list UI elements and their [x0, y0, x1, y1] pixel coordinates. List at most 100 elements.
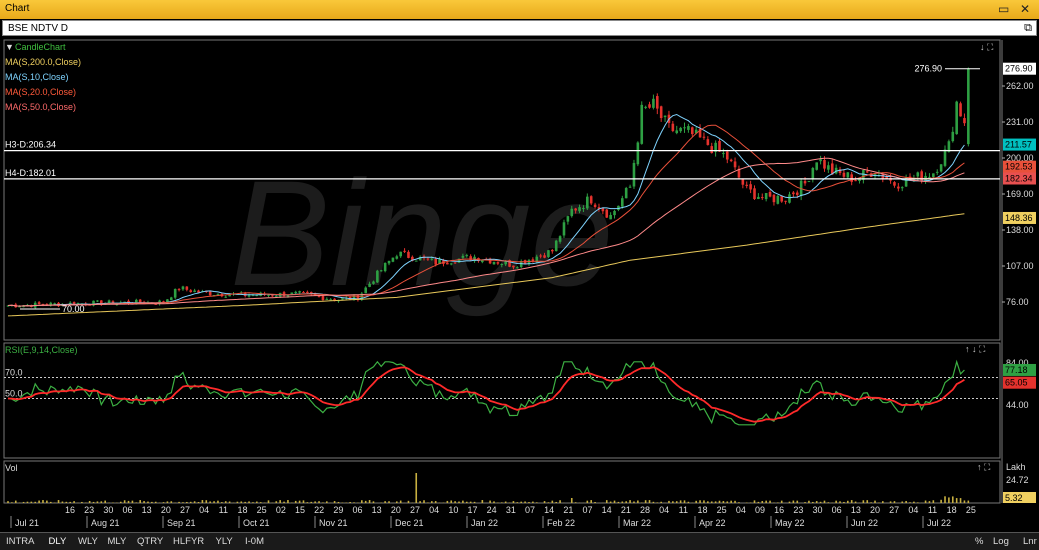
- y-tick-label: 262.00: [1006, 81, 1034, 91]
- candle-body: [399, 252, 402, 257]
- vol-tick-label: 24.72: [1006, 475, 1029, 485]
- vol-badge-label: 5.32: [1005, 493, 1023, 503]
- vol-bar: [933, 500, 935, 503]
- vol-bar: [299, 501, 301, 503]
- vol-bar: [894, 501, 896, 503]
- vol-bar: [256, 502, 258, 503]
- vol-bar: [501, 502, 503, 503]
- bottom-item-wly[interactable]: WLY: [78, 536, 98, 547]
- vol-bar: [46, 501, 48, 503]
- scale-log-button[interactable]: Log: [993, 536, 1009, 547]
- candle-body: [415, 261, 418, 262]
- x-tick-label: 14: [544, 505, 554, 515]
- x-tick-label: 22: [314, 505, 324, 515]
- vol-bar: [929, 501, 931, 503]
- vol-bar: [361, 500, 363, 503]
- candle-body: [224, 297, 227, 298]
- candle-body: [753, 188, 756, 199]
- vol-bar: [610, 502, 612, 503]
- vol-bar: [34, 502, 36, 503]
- candle-body: [427, 259, 430, 260]
- candle-body: [823, 160, 826, 169]
- vol-bar: [23, 502, 25, 503]
- candle-body: [376, 271, 379, 283]
- vol-bar: [31, 502, 33, 503]
- x-tick-label: 07: [582, 505, 592, 515]
- vol-bar: [178, 502, 180, 503]
- price-badge-label: 211.57: [1005, 140, 1032, 150]
- candle-body: [302, 292, 305, 293]
- x-tick-label: 06: [122, 505, 132, 515]
- vol-bar: [956, 498, 958, 503]
- candle-body: [283, 292, 286, 296]
- vol-bar: [69, 502, 71, 503]
- bottom-item-i-0m[interactable]: I-0M: [245, 536, 264, 547]
- candle-body: [843, 173, 846, 177]
- candle-body: [722, 153, 725, 154]
- bottom-item-yly[interactable]: YLY: [216, 536, 233, 547]
- vol-bar: [754, 500, 756, 503]
- vol-bar: [676, 501, 678, 503]
- candle-body: [920, 171, 923, 181]
- bottom-item-qtry[interactable]: QTRY: [137, 536, 163, 547]
- vol-bar: [789, 502, 791, 503]
- vol-bar: [684, 500, 686, 503]
- candle-body: [38, 302, 41, 304]
- candle-body: [687, 126, 690, 130]
- candle-body: [788, 194, 791, 202]
- candle-body: [745, 185, 748, 186]
- bottom-item-mly[interactable]: MLY: [108, 536, 127, 547]
- vol-bar: [205, 500, 207, 503]
- vol-bar: [851, 500, 853, 503]
- scale-lnr-button[interactable]: Lnr: [1023, 536, 1037, 547]
- candle-body: [380, 270, 383, 271]
- x-tick-label: 17: [467, 505, 477, 515]
- x-tick-label: 31: [506, 505, 516, 515]
- vol-panel-controls-icon: ↑ ⛶: [977, 462, 991, 472]
- candle-body: [761, 197, 764, 198]
- vol-bar: [97, 501, 99, 503]
- candle-body: [605, 210, 608, 218]
- x-tick-label: 23: [793, 505, 803, 515]
- candle-body: [329, 299, 332, 300]
- x-tick-label: 27: [889, 505, 899, 515]
- x-month-label: Jun 22: [851, 518, 878, 528]
- vol-bar: [695, 501, 697, 503]
- vol-bar: [723, 501, 725, 503]
- candle-body: [652, 99, 655, 108]
- candle-body: [454, 262, 457, 263]
- vol-bar: [326, 501, 328, 503]
- candle-body: [594, 205, 597, 207]
- vol-bar: [303, 500, 305, 503]
- candle-body: [590, 196, 593, 203]
- vol-bar: [489, 501, 491, 503]
- vol-bar: [163, 502, 165, 503]
- vol-bar: [244, 502, 246, 503]
- x-tick-label: 13: [851, 505, 861, 515]
- vol-bar: [559, 500, 561, 503]
- vol-bar: [408, 501, 410, 503]
- chart-svg[interactable]: BingeH3-D:206.34H4-D:182.01276.9070.0026…: [0, 0, 1039, 549]
- vol-bar: [614, 501, 616, 503]
- vol-bar: [62, 502, 64, 503]
- bottom-item-intra[interactable]: INTRA: [6, 536, 35, 547]
- vol-bar: [625, 501, 627, 503]
- vol-bar: [167, 501, 169, 503]
- bottom-item-hlfyr[interactable]: HLFYR: [173, 536, 204, 547]
- vol-bar: [132, 501, 134, 503]
- candle-body: [532, 259, 535, 261]
- scale-%-button[interactable]: %: [975, 536, 983, 547]
- candle-body: [193, 291, 196, 292]
- candle-body: [294, 292, 297, 293]
- vol-bar: [252, 502, 254, 503]
- vol-bar: [450, 500, 452, 503]
- vol-bar: [11, 502, 13, 503]
- candle-body: [780, 196, 783, 202]
- vol-bar: [847, 501, 849, 503]
- vol-bar: [155, 502, 157, 503]
- bottom-item-dly[interactable]: DLY: [49, 536, 67, 547]
- x-tick-label: 06: [352, 505, 362, 515]
- y-tick-label: 76.00: [1006, 297, 1029, 307]
- candle-body: [819, 159, 822, 161]
- x-tick-label: 02: [276, 505, 286, 515]
